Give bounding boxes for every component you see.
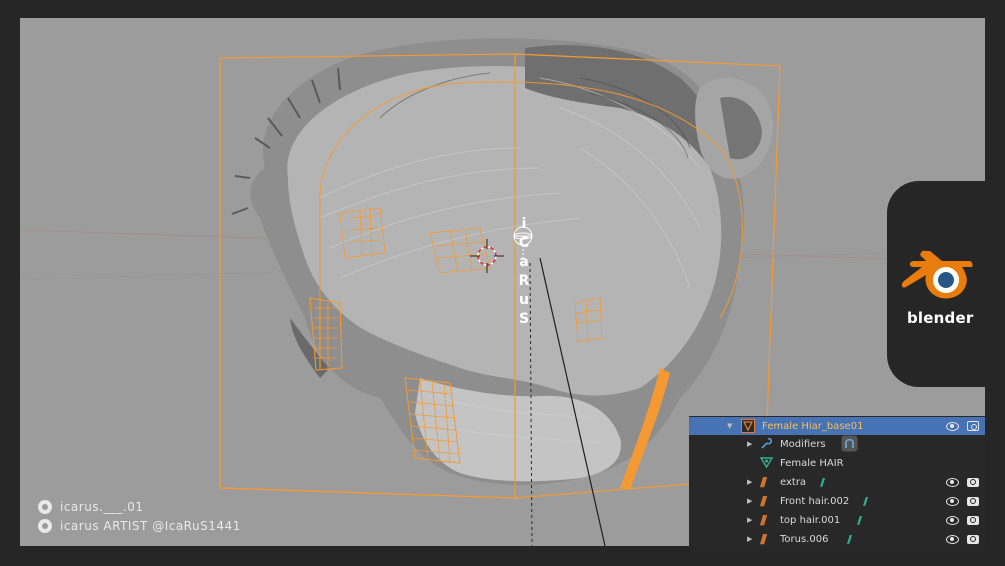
modifier-badge-icon (841, 435, 858, 455)
row-toggles (946, 515, 979, 525)
row-toggles (946, 421, 979, 431)
camera-icon[interactable] (967, 534, 979, 544)
particle-system-icon: /// (820, 475, 825, 489)
vertex-group-icon (759, 456, 774, 472)
outliner-row-female-hair[interactable]: Female HAIR (689, 454, 985, 472)
hair-particles-icon: /// (760, 513, 767, 527)
watermark-letter: C (518, 235, 530, 251)
mesh-triangle-icon (741, 419, 755, 436)
blender-wordmark: blender (907, 309, 974, 327)
watermark-letters: i C a R u S (514, 215, 534, 329)
watermark-letter: u (519, 292, 529, 308)
hair-particles-icon: /// (760, 494, 767, 508)
camera-icon[interactable] (967, 477, 979, 487)
outliner-row-front-hair-002[interactable]: ▶ /// Front hair.002 /// (689, 492, 985, 510)
outliner-row-label: Front hair.002 (780, 495, 850, 507)
collapse-triangle-icon[interactable]: ▼ (727, 422, 732, 430)
outliner-row-label: Female Hiar_base01 (762, 420, 864, 432)
eye-icon[interactable] (946, 477, 959, 487)
expand-triangle-icon[interactable]: ▶ (747, 440, 752, 448)
eye-icon[interactable] (946, 421, 959, 431)
hair-particles-icon: /// (760, 532, 767, 546)
app-frame: i C a R u S icarus.___.01 icarus ARTIST … (0, 0, 1005, 566)
expand-triangle-icon[interactable]: ▶ (747, 478, 752, 486)
row-toggles (946, 477, 979, 487)
camera-icon[interactable] (967, 515, 979, 525)
outliner-row-top-hair-001[interactable]: ▶ /// top hair.001 /// (689, 511, 985, 529)
particle-system-icon: /// (863, 494, 868, 508)
outliner-row-label: Torus.006 (780, 533, 829, 545)
expand-triangle-icon[interactable]: ▶ (747, 497, 752, 505)
outliner-row-extra[interactable]: ▶ /// extra /// (689, 473, 985, 491)
eye-icon[interactable] (946, 534, 959, 544)
outliner-row-label: extra (780, 476, 807, 488)
pinterest-handle: icarus ARTIST @IcaRuS1441 (38, 519, 241, 533)
blender-logo-icon (901, 250, 973, 299)
expand-triangle-icon[interactable]: ▶ (747, 535, 752, 543)
outliner-row-label: top hair.001 (780, 514, 841, 526)
outliner-row-female-hiar-base01[interactable]: ▼ Female Hiar_base01 (689, 417, 985, 435)
instagram-handle: icarus.___.01 (38, 500, 143, 514)
eye-icon[interactable] (946, 496, 959, 506)
pinterest-icon (38, 519, 52, 533)
outliner-row-modifiers[interactable]: ▶ Modifiers (689, 435, 985, 453)
camera-icon[interactable] (967, 496, 979, 506)
outliner-row-label: Female HAIR (780, 457, 844, 469)
row-toggles (946, 534, 979, 544)
row-toggles (946, 496, 979, 506)
watermark-letter: a (519, 254, 529, 270)
hair-particles-icon: /// (760, 475, 767, 489)
outliner-row-label: Modifiers (780, 438, 826, 450)
particle-system-icon: /// (857, 513, 862, 527)
watermark-letter: i (521, 216, 527, 232)
camera-icon[interactable] (967, 421, 979, 431)
wrench-icon (760, 437, 773, 453)
outliner-row-torus-006[interactable]: ▶ /// Torus.006 /// (689, 530, 985, 546)
watermark-letter: R (518, 273, 530, 289)
outliner-panel[interactable]: ▼ Female Hiar_base01 ▶ Modifiers Female … (689, 416, 985, 546)
expand-triangle-icon[interactable]: ▶ (747, 516, 752, 524)
eye-icon[interactable] (946, 515, 959, 525)
particle-system-icon: /// (847, 532, 852, 546)
instagram-icon (38, 500, 52, 514)
pinterest-label: icarus ARTIST @IcaRuS1441 (60, 519, 241, 533)
instagram-label: icarus.___.01 (60, 500, 144, 514)
watermark-letter: S (518, 311, 530, 327)
